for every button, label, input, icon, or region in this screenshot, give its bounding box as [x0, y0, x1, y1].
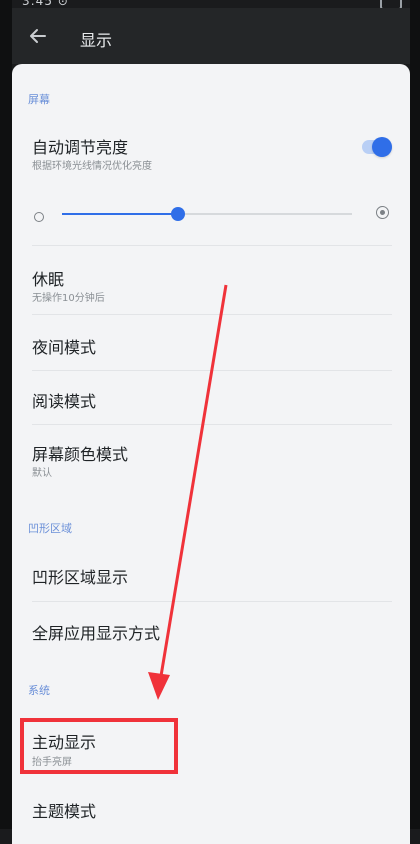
annotation-highlight-box	[20, 718, 178, 774]
phone-bezel-right	[410, 0, 420, 829]
auto-brightness-title: 自动调节亮度	[32, 138, 129, 157]
divider	[32, 245, 392, 246]
sleep-title: 休眠	[32, 270, 65, 289]
divider	[32, 601, 392, 602]
reading-mode-title: 阅读模式	[32, 392, 97, 411]
brightness-high-icon	[376, 206, 389, 219]
divider	[32, 370, 392, 371]
brightness-low-icon	[34, 212, 44, 222]
phone-bezel-left	[0, 0, 12, 829]
divider	[32, 424, 392, 425]
color-mode-subtitle: 默认	[32, 468, 52, 479]
app-header: 显示	[12, 8, 410, 64]
color-mode-title: 屏幕颜色模式	[32, 445, 129, 464]
sleep-subtitle: 无操作10分钟后	[32, 293, 105, 304]
section-label-system: 系统	[28, 684, 50, 697]
back-arrow-icon[interactable]	[28, 26, 48, 46]
night-mode-title: 夜间模式	[32, 338, 97, 357]
theme-mode-title: 主题模式	[32, 802, 97, 821]
brightness-slider-thumb[interactable]	[171, 207, 185, 221]
divider	[32, 314, 392, 315]
auto-brightness-subtitle: 根据环境光线情况优化亮度	[32, 161, 152, 172]
section-label-screen: 屏幕	[28, 93, 50, 106]
auto-brightness-toggle-knob[interactable]	[372, 137, 392, 157]
fullscreen-apps-title: 全屏应用显示方式	[32, 624, 161, 643]
section-label-notch: 凹形区域	[28, 522, 72, 535]
page-title: 显示	[80, 31, 113, 50]
brightness-slider-fill	[62, 213, 178, 215]
notch-display-title: 凹形区域显示	[32, 568, 129, 587]
status-time: 3:45 ⊙	[22, 0, 69, 8]
